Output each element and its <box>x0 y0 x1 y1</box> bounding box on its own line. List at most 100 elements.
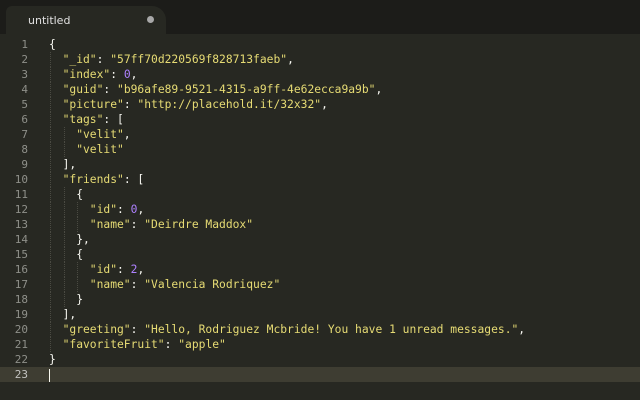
json-key: "id" <box>89 203 118 216</box>
json-punctuation: ], <box>62 158 77 171</box>
json-punctuation: : <box>117 263 131 276</box>
json-punctuation: }, <box>76 233 90 246</box>
json-punctuation: , <box>321 98 328 111</box>
indent-guide <box>50 157 51 172</box>
json-punctuation: , <box>375 83 383 96</box>
indent-guide <box>63 202 65 217</box>
code-line[interactable]: } <box>44 352 640 367</box>
indent-guide <box>50 172 51 187</box>
code-line[interactable]: { <box>44 187 640 202</box>
indent-guide <box>77 262 79 277</box>
json-string: "b96afe89-9521-4315-a9ff-4e62ecca9a9b" <box>117 83 376 96</box>
json-key: "friends" <box>62 173 124 186</box>
indent-guide <box>77 217 79 232</box>
code-line[interactable] <box>44 367 640 382</box>
json-string: "velit" <box>76 143 124 156</box>
text-cursor <box>49 368 50 382</box>
code-line[interactable]: "velit", <box>44 127 640 142</box>
json-punctuation: { <box>49 38 56 51</box>
json-punctuation: , <box>130 68 138 81</box>
indent-guide <box>50 67 51 82</box>
line-number: 8 <box>21 143 28 156</box>
line-number: 10 <box>14 173 28 186</box>
code-line[interactable]: "name": "Valencia Rodriquez" <box>44 277 640 292</box>
code-line[interactable]: { <box>44 37 640 52</box>
line-number: 19 <box>14 308 28 321</box>
line-number: 22 <box>14 353 28 366</box>
json-string: "57ff70d220569f828713faeb" <box>110 53 288 66</box>
json-string: "apple" <box>178 338 226 351</box>
line-number: 12 <box>14 203 28 216</box>
line-number: 23 <box>0 367 44 382</box>
json-key: "_id" <box>62 53 97 66</box>
indent-guide <box>50 277 51 292</box>
dirty-dot-icon[interactable] <box>147 16 154 23</box>
code-line[interactable]: "greeting": "Hello, Rodriguez Mcbride! Y… <box>44 322 640 337</box>
json-punctuation: } <box>76 293 83 306</box>
line-number: 2 <box>21 53 28 66</box>
json-string: "http://placehold.it/32x32" <box>137 98 322 111</box>
line-number: 21 <box>14 338 28 351</box>
json-punctuation: , <box>123 128 131 141</box>
json-punctuation: { <box>76 188 83 201</box>
line-number: 1 <box>21 38 28 51</box>
indent-guide <box>50 292 51 307</box>
indent-guide <box>63 232 65 247</box>
indent-guide <box>50 217 51 232</box>
line-number: 4 <box>21 83 28 96</box>
code-line[interactable]: ], <box>44 157 640 172</box>
code-line[interactable]: ], <box>44 307 640 322</box>
indent-guide <box>63 247 65 262</box>
code-line[interactable]: { <box>44 247 640 262</box>
code-line[interactable]: } <box>44 292 640 307</box>
indent-guide <box>50 97 51 112</box>
json-key: "tags" <box>62 113 104 126</box>
code-line[interactable]: "name": "Deirdre Maddox" <box>44 217 640 232</box>
json-punctuation: : [ <box>123 173 145 186</box>
line-number: 9 <box>21 158 28 171</box>
indent-guide <box>63 262 65 277</box>
indent-guide <box>50 82 51 97</box>
json-key: "greeting" <box>62 323 131 336</box>
line-number-gutter: 1 2 3 4 5 6 7 8 9 10 11 12 13 14 15 16 17 18 19 20 21 22 23 <box>0 37 44 382</box>
indent-guide <box>50 307 51 322</box>
code-line[interactable]: "id": 2, <box>44 262 640 277</box>
line-number: 18 <box>14 293 28 306</box>
indent-guide <box>77 277 79 292</box>
json-punctuation: : <box>130 218 145 231</box>
code-editor[interactable]: 1 2 3 4 5 6 7 8 9 10 11 12 13 14 15 16 17 18 19 20 21 22 23 {"… <box>0 34 640 400</box>
json-punctuation: } <box>49 353 56 366</box>
tab-untitled[interactable]: untitled <box>6 6 166 34</box>
line-number: 17 <box>14 278 28 291</box>
json-string: "Deirdre Maddox" <box>144 218 254 231</box>
code-line[interactable]: "tags": [ <box>44 112 640 127</box>
code-line[interactable]: "friends": [ <box>44 172 640 187</box>
code-area[interactable]: {"_id": "57ff70d220569f828713faeb", "inde… <box>44 37 640 382</box>
indent-guide <box>63 142 65 157</box>
json-punctuation: : <box>130 278 145 291</box>
line-number: 11 <box>14 188 28 201</box>
json-key: "index" <box>62 68 111 81</box>
indent-guide <box>50 322 51 337</box>
json-string: "velit" <box>76 128 124 141</box>
line-number: 3 <box>21 68 28 81</box>
code-line[interactable]: "_id": "57ff70d220569f828713faeb", <box>44 52 640 67</box>
json-punctuation: : [ <box>103 113 124 126</box>
indent-guide <box>63 217 65 232</box>
code-line[interactable]: "favoriteFruit": "apple" <box>44 337 640 352</box>
code-line[interactable]: }, <box>44 232 640 247</box>
indent-guide <box>50 202 51 217</box>
json-punctuation: : <box>123 98 138 111</box>
json-key: "favoriteFruit" <box>62 338 165 351</box>
indent-guide <box>50 142 51 157</box>
code-line[interactable]: "picture": "http://placehold.it/32x32", <box>44 97 640 112</box>
code-line[interactable]: "guid": "b96afe89-9521-4315-a9ff-4e62ecc… <box>44 82 640 97</box>
indent-guide <box>50 127 51 142</box>
indent-guide <box>50 187 51 202</box>
line-number: 6 <box>21 113 28 126</box>
json-punctuation: ], <box>62 308 77 321</box>
code-line[interactable]: "velit" <box>44 142 640 157</box>
code-line[interactable]: "index": 0, <box>44 67 640 82</box>
indent-guide <box>63 277 65 292</box>
code-line[interactable]: "id": 0, <box>44 202 640 217</box>
